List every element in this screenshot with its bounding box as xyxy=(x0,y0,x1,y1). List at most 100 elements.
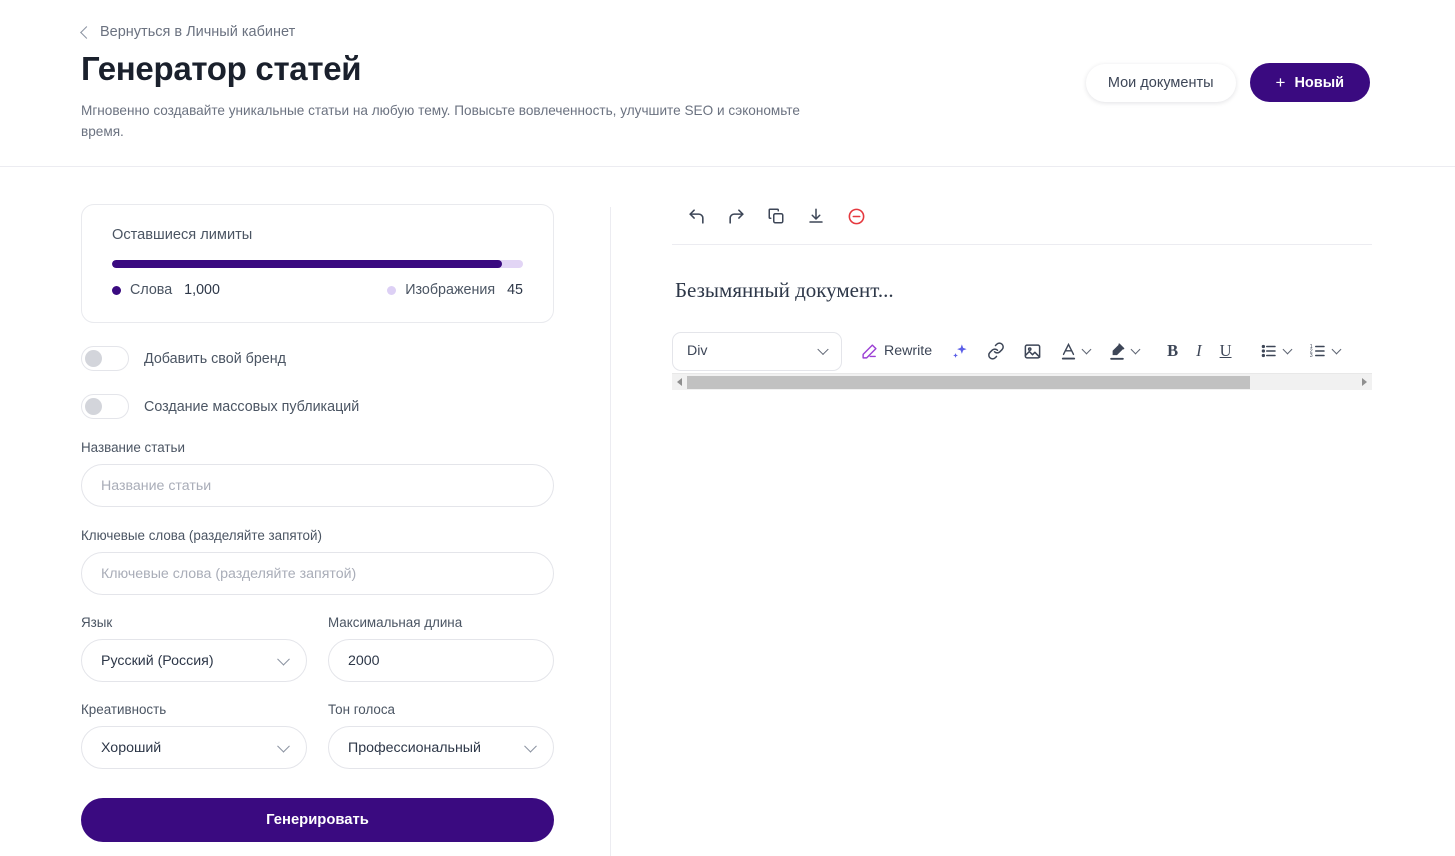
legend-words: Слова 1,000 xyxy=(112,282,220,298)
keywords-label: Ключевые слова (разделяйте запятой) xyxy=(81,528,322,543)
scroll-left-arrow-icon[interactable] xyxy=(672,374,687,391)
toggle-bulk-publishing[interactable] xyxy=(81,394,129,419)
scroll-right-arrow-icon[interactable] xyxy=(1357,374,1372,391)
rich-text-toolbar: Div Rewrite B I U 1 2 3 xyxy=(672,331,1372,371)
maxlength-input[interactable] xyxy=(328,639,554,682)
header-actions: Мои документы + Новый xyxy=(1085,63,1370,102)
main-content: Оставшиеся лимиты Слова 1,000 Изображени… xyxy=(0,167,1455,856)
images-dot-icon xyxy=(387,285,397,295)
chevron-down-icon xyxy=(1081,344,1092,354)
rewrite-label: Rewrite xyxy=(884,343,933,359)
ai-assist-button[interactable] xyxy=(941,334,978,368)
insert-image-button[interactable] xyxy=(1014,334,1051,368)
toggle-add-brand[interactable] xyxy=(81,346,129,371)
generate-button[interactable]: Генерировать xyxy=(81,798,554,842)
toggle-row-brand: Добавить свой бренд xyxy=(81,346,554,371)
my-documents-button[interactable]: Мои документы xyxy=(1085,63,1236,102)
bullet-list-icon xyxy=(1261,344,1276,358)
link-icon xyxy=(988,342,1005,360)
toggle-bulk-publishing-label: Создание массовых публикаций xyxy=(144,398,360,415)
toggle-knob xyxy=(85,350,102,367)
bold-button[interactable]: B xyxy=(1158,334,1187,368)
row-language-maxlength: Язык Русский (Россия) Максимальная длина xyxy=(81,615,554,682)
editor-panel: Безымянный документ... Div Rewrite B I U… xyxy=(672,204,1372,640)
delete-icon[interactable] xyxy=(844,204,868,228)
back-link-label: Вернуться в Личный кабинет xyxy=(100,24,296,40)
toolbar-horizontal-scrollbar[interactable] xyxy=(672,373,1372,390)
words-label: Слова xyxy=(130,282,173,298)
underline-button[interactable]: U xyxy=(1211,334,1241,368)
language-label: Язык xyxy=(81,615,113,630)
field-language: Язык Русский (Россия) xyxy=(81,615,307,682)
images-label: Изображения xyxy=(405,282,496,298)
vertical-divider xyxy=(610,207,611,856)
words-dot-icon xyxy=(112,285,121,295)
highlight-color-button[interactable] xyxy=(1099,334,1148,368)
undo-icon[interactable] xyxy=(684,204,708,228)
block-format-value: Div xyxy=(687,343,708,359)
limits-progress-bar xyxy=(112,260,523,268)
text-color-icon xyxy=(1062,342,1076,360)
limits-title: Оставшиеся лимиты xyxy=(112,227,253,243)
image-icon xyxy=(1024,343,1041,359)
field-keywords: Ключевые слова (разделяйте запятой) xyxy=(81,528,554,595)
legend-images: Изображения 45 xyxy=(387,282,523,298)
tone-value: Профессиональный xyxy=(348,739,481,756)
toggle-row-bulk: Создание массовых публикаций xyxy=(81,394,554,419)
new-document-label: Новый xyxy=(1294,74,1344,91)
field-maxlength: Максимальная длина xyxy=(328,615,554,682)
page-subtitle: Мгновенно создавайте уникальные статьи н… xyxy=(81,103,800,139)
words-value: 1,000 xyxy=(184,282,220,298)
toggle-knob xyxy=(85,398,102,415)
pencil-icon xyxy=(862,343,877,359)
editor-actions-bar xyxy=(672,204,1372,245)
creativity-select[interactable]: Хороший xyxy=(81,726,307,769)
field-article-title: Название статьи xyxy=(81,440,554,507)
language-select[interactable]: Русский (Россия) xyxy=(81,639,307,682)
generator-form-panel: Оставшиеся лимиты Слова 1,000 Изображени… xyxy=(81,204,554,842)
limits-progress-fill xyxy=(112,260,503,268)
keywords-input[interactable] xyxy=(81,552,554,595)
page-header: Вернуться в Личный кабинет Генератор ста… xyxy=(0,0,1455,167)
article-title-input[interactable] xyxy=(81,464,554,507)
maxlength-label: Максимальная длина xyxy=(328,615,463,630)
back-link[interactable]: Вернуться в Личный кабинет xyxy=(80,24,296,40)
download-icon[interactable] xyxy=(804,204,828,228)
limits-card: Оставшиеся лимиты Слова 1,000 Изображени… xyxy=(81,204,554,323)
article-title-label: Название статьи xyxy=(81,440,185,455)
images-value: 45 xyxy=(507,282,523,298)
document-title[interactable]: Безымянный документ... xyxy=(675,278,1372,303)
toggle-add-brand-label: Добавить свой бренд xyxy=(144,350,286,367)
tone-select[interactable]: Профессиональный xyxy=(328,726,554,769)
chevron-down-icon xyxy=(277,652,290,666)
numbered-list-button[interactable]: 1 2 3 xyxy=(1300,334,1349,368)
page-title: Генератор статей xyxy=(81,50,362,87)
field-tone: Тон голоса Профессиональный xyxy=(328,702,554,769)
text-color-button[interactable] xyxy=(1051,334,1099,368)
editor-content-area[interactable] xyxy=(672,390,1372,640)
creativity-label: Креативность xyxy=(81,702,167,717)
tone-label: Тон голоса xyxy=(328,702,395,717)
bullet-list-button[interactable] xyxy=(1251,334,1300,368)
rewrite-button[interactable]: Rewrite xyxy=(852,334,941,368)
chevron-down-icon xyxy=(277,739,290,753)
chevron-down-icon xyxy=(1130,344,1141,354)
svg-text:3: 3 xyxy=(1309,353,1312,359)
highlighter-icon xyxy=(1110,342,1125,360)
plus-icon: + xyxy=(1275,73,1286,92)
scrollbar-thumb[interactable] xyxy=(687,375,1250,389)
chevron-left-icon xyxy=(80,25,93,39)
chevron-down-icon xyxy=(524,739,537,753)
sparkle-icon xyxy=(953,343,967,358)
language-value: Русский (Россия) xyxy=(101,652,214,669)
redo-icon[interactable] xyxy=(724,204,748,228)
block-format-select[interactable]: Div xyxy=(672,331,842,371)
new-document-button[interactable]: + Новый xyxy=(1249,63,1370,102)
insert-link-button[interactable] xyxy=(978,334,1014,368)
scrollbar-track[interactable] xyxy=(687,375,1357,389)
copy-icon[interactable] xyxy=(764,204,788,228)
chevron-down-icon xyxy=(817,343,829,356)
italic-button[interactable]: I xyxy=(1187,334,1211,368)
chevron-down-icon xyxy=(1331,344,1341,354)
chevron-down-icon xyxy=(1282,344,1292,354)
